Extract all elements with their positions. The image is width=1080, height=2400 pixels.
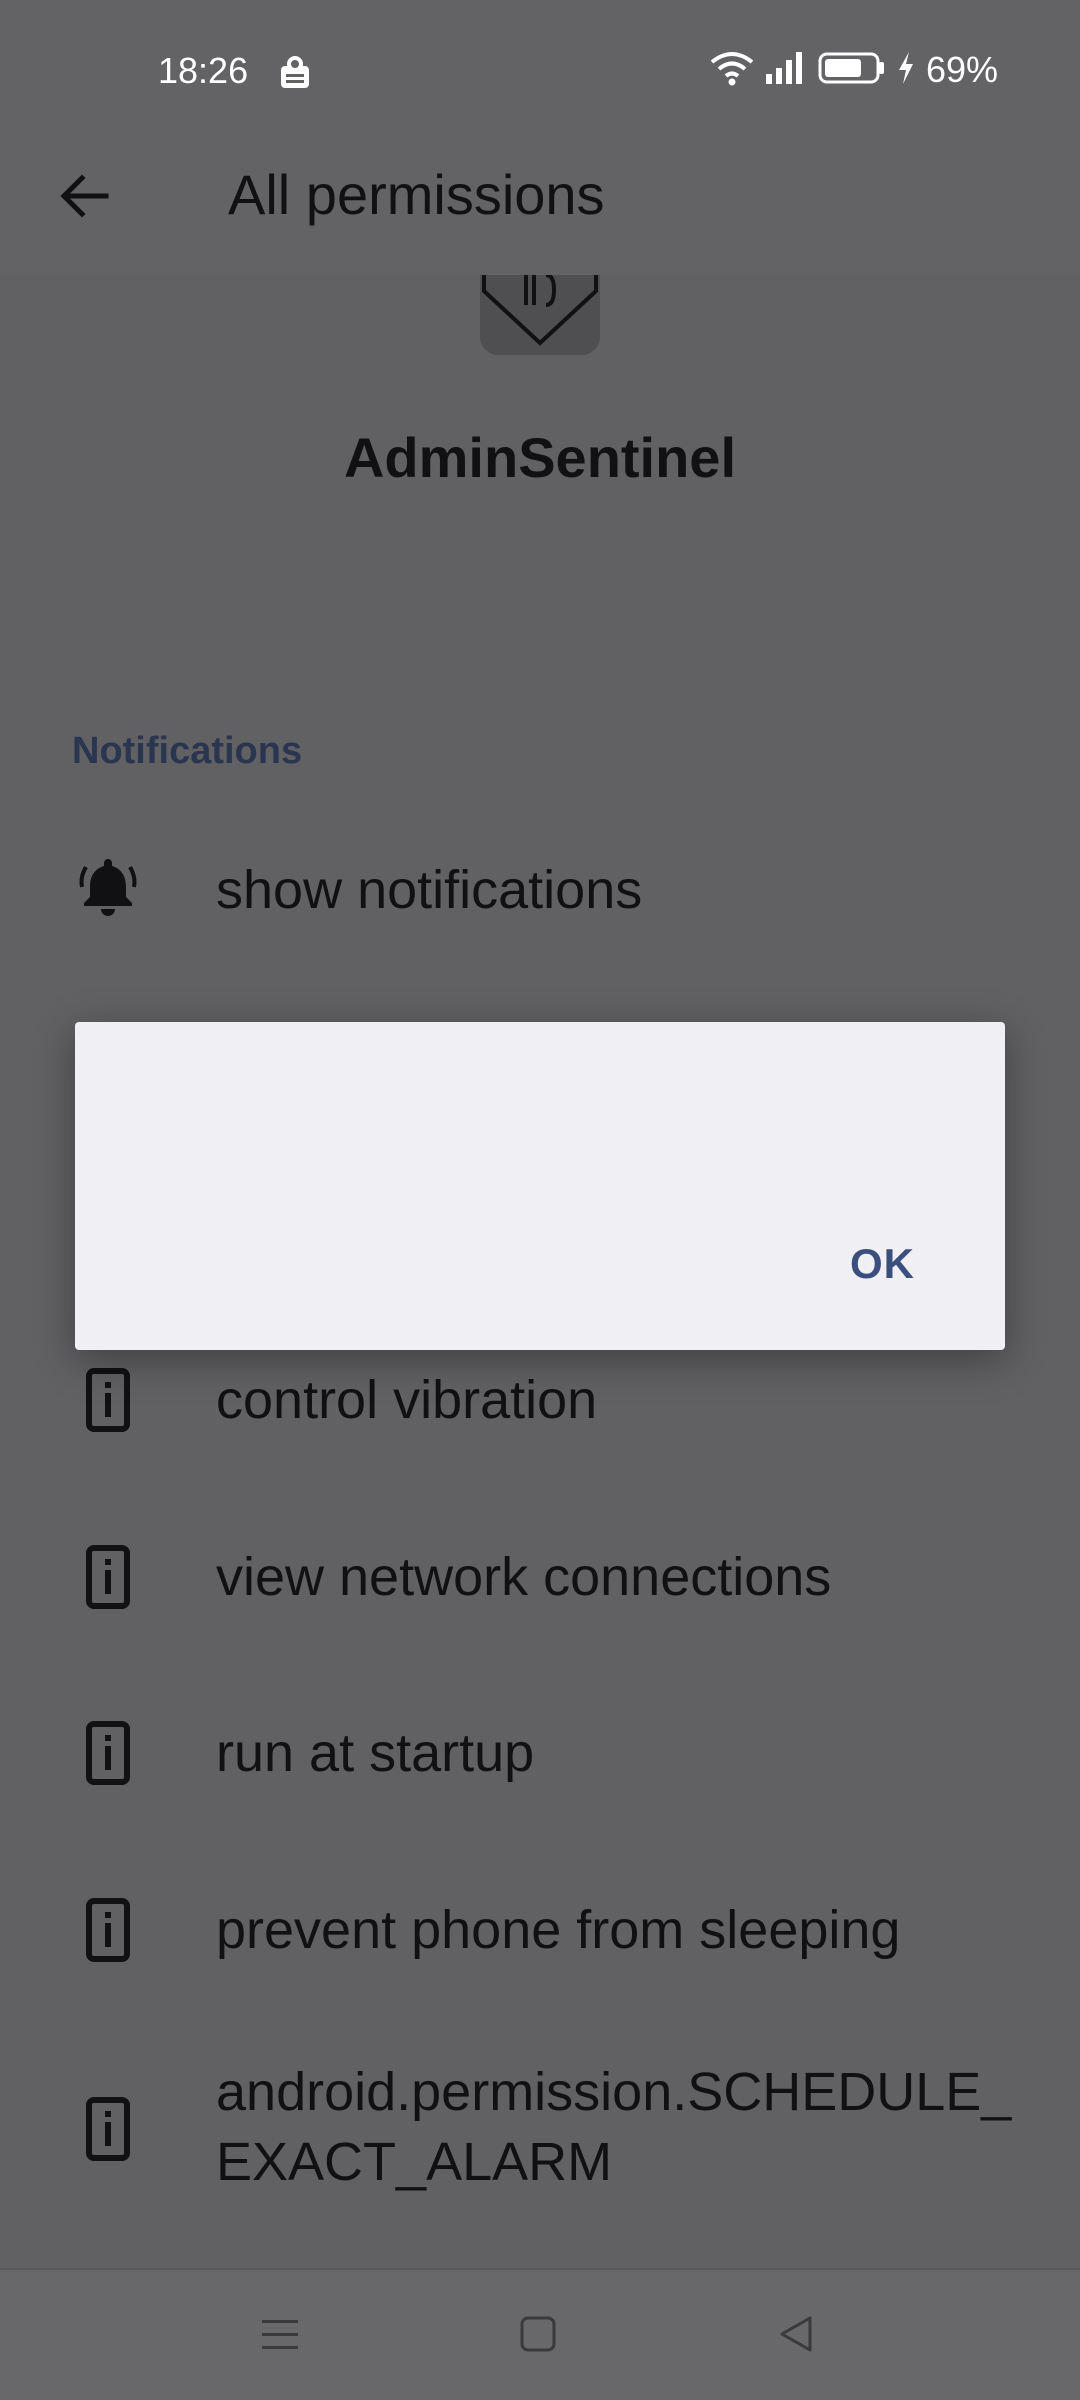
permission-label: show notifications	[216, 860, 643, 920]
recents-button[interactable]	[250, 2306, 310, 2366]
status-bar: 18:26 69%	[0, 0, 1080, 140]
permission-item-run-at-startup[interactable]: run at startup	[0, 1683, 1080, 1823]
screen: 18:26 69% All permissions AdminSentinel …	[0, 0, 1080, 2400]
permission-label: view network connections	[216, 1547, 832, 1607]
info-icon	[72, 1364, 144, 1436]
info-icon	[72, 1541, 144, 1613]
permission-item-view-network-connections[interactable]: view network connections	[0, 1507, 1080, 1647]
home-button[interactable]	[508, 2306, 568, 2366]
permission-item-control-vibration[interactable]: control vibration	[0, 1330, 1080, 1470]
battery-percent: 69%	[925, 49, 998, 90]
status-time: 18:26	[158, 50, 249, 91]
info-icon	[72, 1894, 144, 1966]
charging-icon	[896, 50, 916, 91]
signal-icon	[764, 50, 808, 91]
permission-item-schedule-exact-alarm[interactable]: android.permission.SCHEDULE_EXACT_ALARM	[0, 2035, 1080, 2225]
navigation-bar	[0, 2268, 1080, 2400]
home-icon	[518, 2314, 558, 2359]
notification-app-icon	[275, 52, 315, 92]
permission-label: control vibration	[216, 1370, 598, 1430]
back-button[interactable]	[48, 162, 120, 234]
bell-icon	[72, 849, 144, 921]
back-triangle-icon	[776, 2314, 816, 2359]
nav-back-button[interactable]	[766, 2306, 826, 2366]
wifi-icon	[710, 50, 754, 91]
permission-item-prevent-sleeping[interactable]: prevent phone from sleeping	[0, 1860, 1080, 2000]
info-icon	[72, 1717, 144, 1789]
menu-icon	[260, 2314, 300, 2359]
permission-label: android.permission.SCHEDULE_EXACT_ALARM	[216, 2062, 1012, 2192]
section-header-notifications: Notifications	[72, 730, 303, 772]
page-title: All permissions	[228, 163, 605, 226]
back-arrow-icon	[56, 168, 112, 229]
alert-dialog: OK	[75, 1022, 1005, 1350]
app-logo-icon	[480, 275, 600, 355]
permission-label: prevent phone from sleeping	[216, 1900, 901, 1960]
permission-label: run at startup	[216, 1723, 535, 1783]
app-name: AdminSentinel	[343, 426, 737, 489]
status-icons: 69%	[710, 48, 998, 92]
app-bar: All permissions	[0, 140, 1080, 275]
battery-icon	[818, 50, 886, 91]
ok-button[interactable]: OK	[844, 1230, 921, 1298]
info-icon	[72, 2093, 144, 2165]
permission-item-show-notifications[interactable]: show notifications	[0, 820, 1080, 960]
